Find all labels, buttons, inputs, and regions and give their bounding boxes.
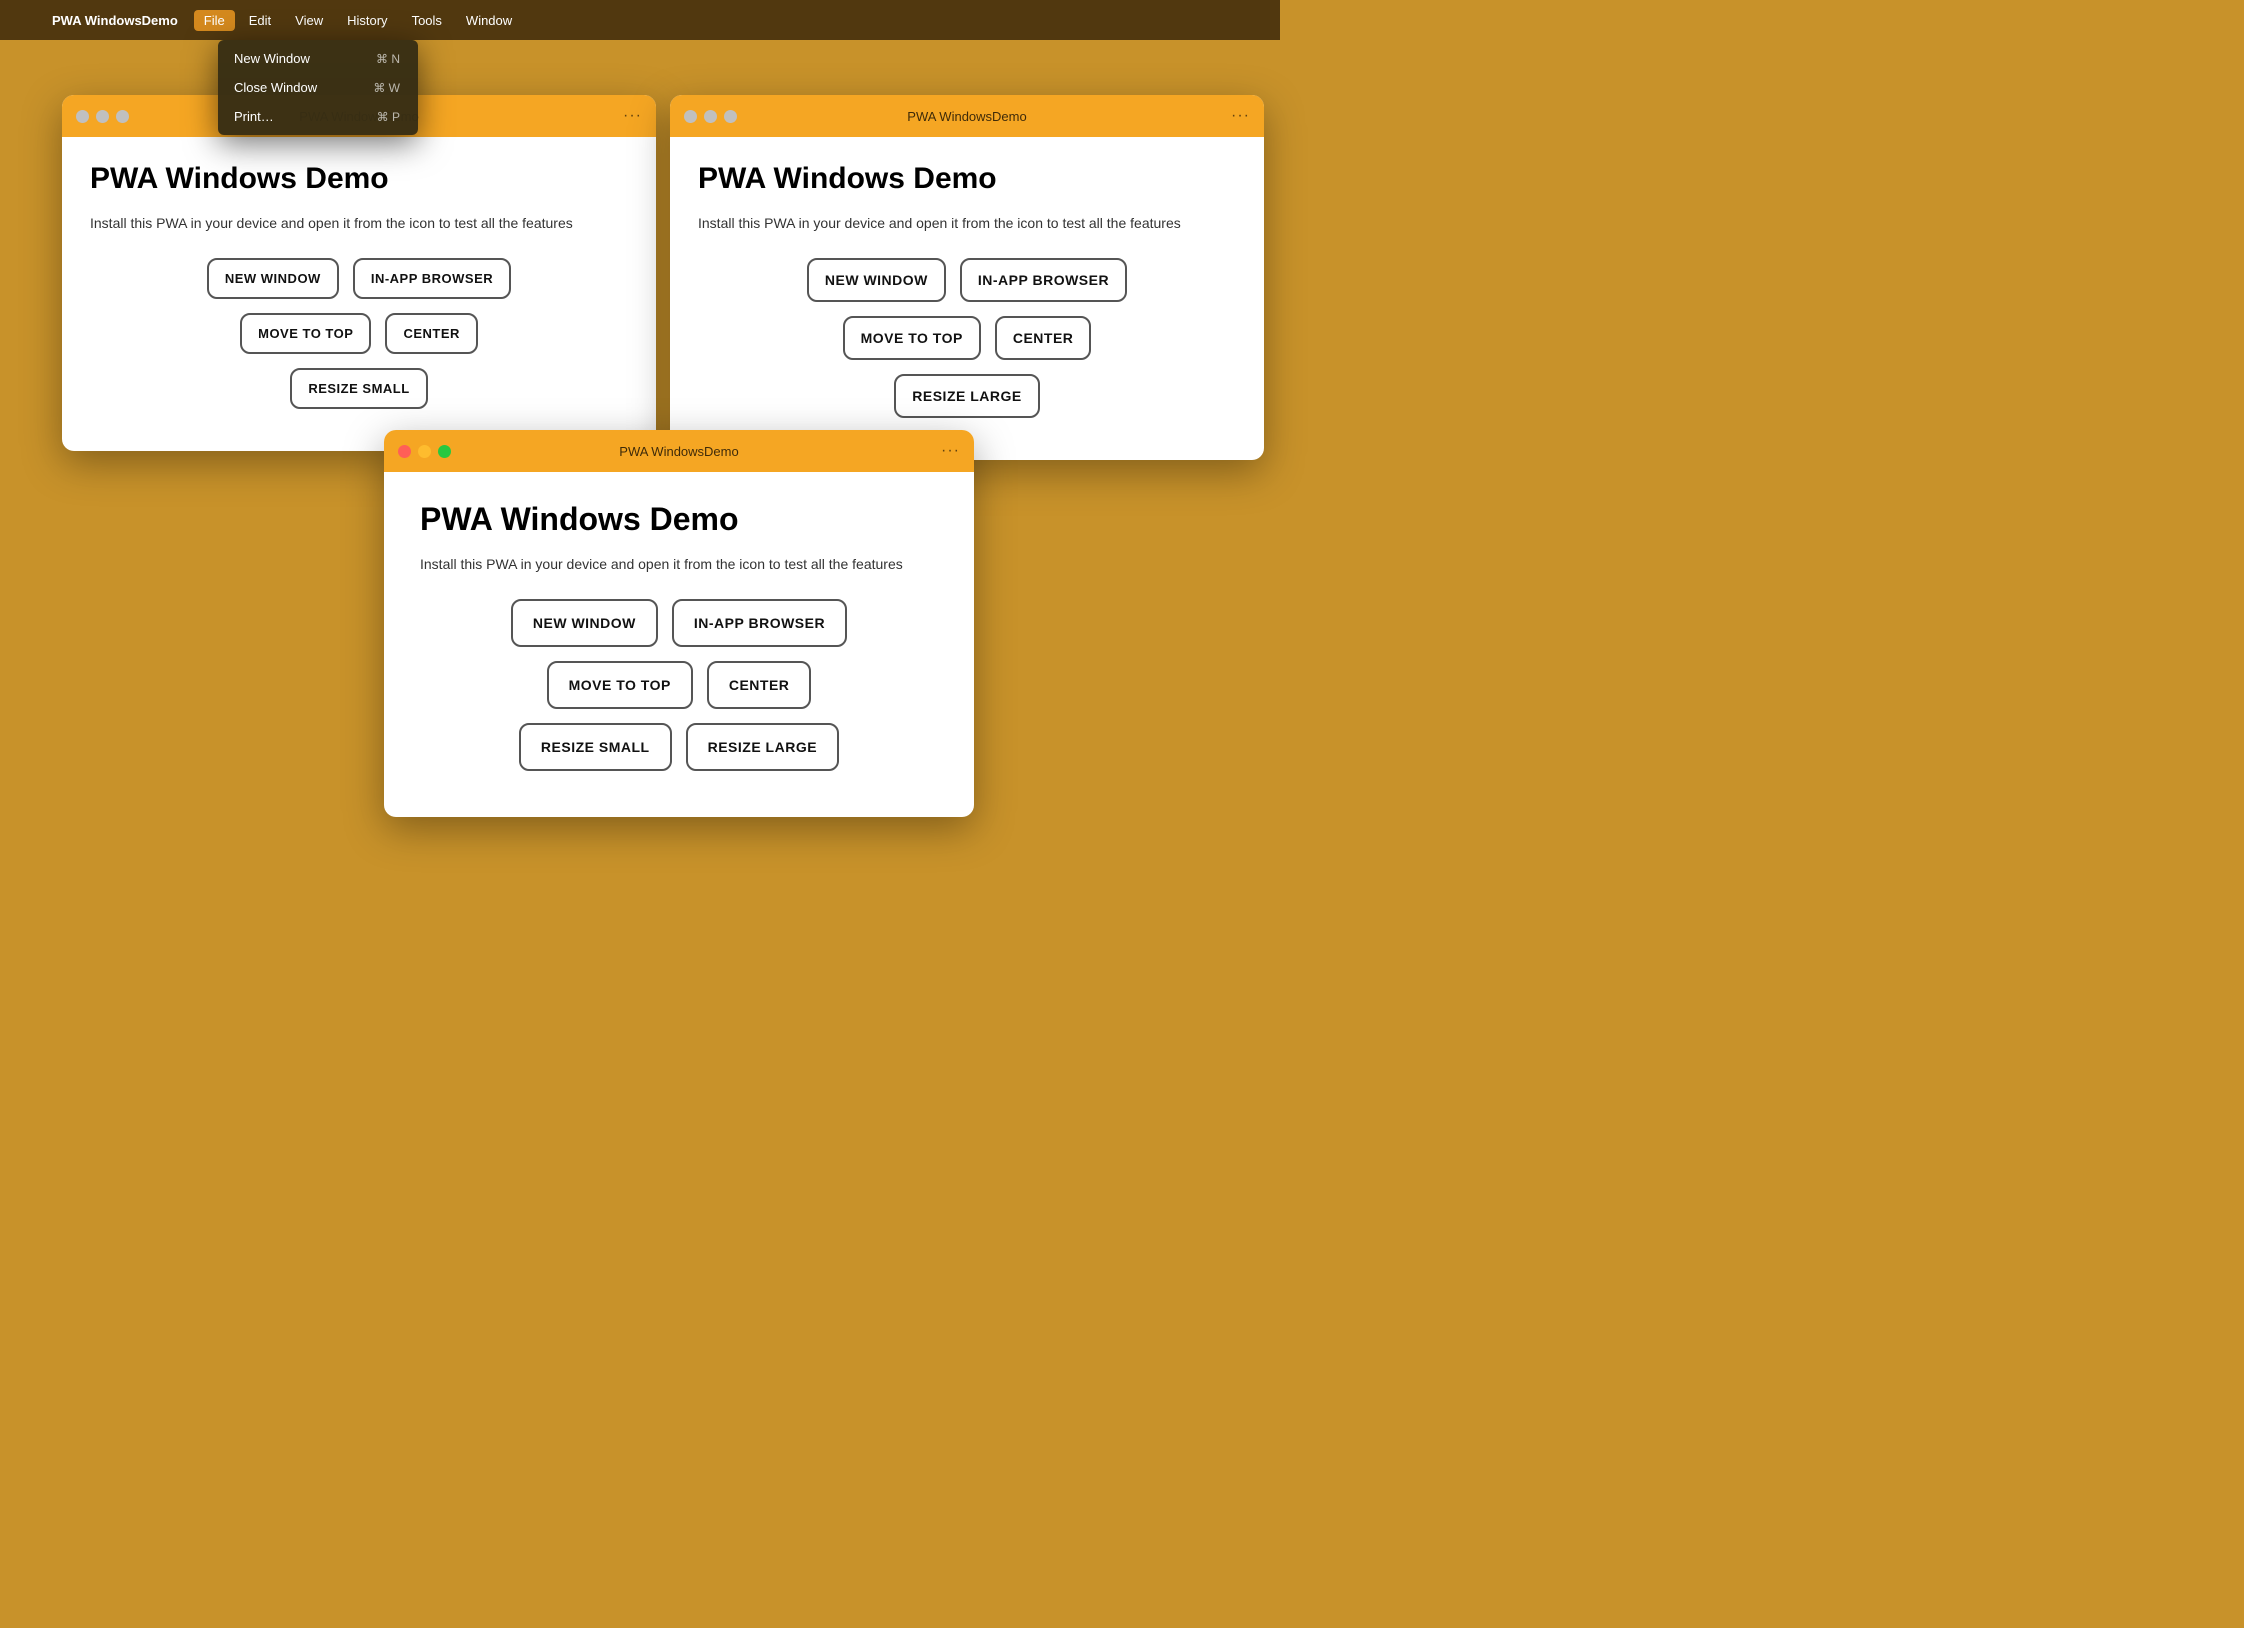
- btn-inapp-browser-1[interactable]: IN-APP BROWSER: [353, 258, 511, 299]
- tl-yellow-1: [96, 110, 109, 123]
- window-heading-2: PWA Windows Demo: [698, 161, 1236, 197]
- buttons-row-1-3: RESIZE SMALL: [90, 368, 628, 409]
- tl-green-3[interactable]: [438, 445, 451, 458]
- window-content-1: PWA Windows Demo Install this PWA in you…: [62, 137, 656, 451]
- btn-center-2[interactable]: CENTER: [995, 316, 1092, 360]
- tl-yellow-3[interactable]: [418, 445, 431, 458]
- window-subtext-2: Install this PWA in your device and open…: [698, 213, 1236, 234]
- traffic-lights-3: [398, 445, 451, 458]
- more-options-2[interactable]: ···: [1231, 107, 1250, 125]
- menu-window[interactable]: Window: [456, 10, 522, 31]
- buttons-row-2-1: NEW WINDOW IN-APP BROWSER: [698, 258, 1236, 302]
- buttons-row-1-1: NEW WINDOW IN-APP BROWSER: [90, 258, 628, 299]
- btn-move-top-3[interactable]: MOVE TO TOP: [547, 661, 693, 709]
- new-window-shortcut: ⌘ N: [376, 52, 400, 66]
- tl-green-2: [724, 110, 737, 123]
- menu-print[interactable]: Print… ⌘ P: [218, 102, 418, 131]
- menu-tools[interactable]: Tools: [402, 10, 452, 31]
- new-window-label: New Window: [234, 51, 310, 66]
- menu-file[interactable]: File: [194, 10, 235, 31]
- window-heading-1: PWA Windows Demo: [90, 161, 628, 197]
- tl-yellow-2: [704, 110, 717, 123]
- window-content-2: PWA Windows Demo Install this PWA in you…: [670, 137, 1264, 460]
- more-options-1[interactable]: ···: [623, 107, 642, 125]
- btn-inapp-browser-2[interactable]: IN-APP BROWSER: [960, 258, 1127, 302]
- buttons-row-2-3: RESIZE LARGE: [698, 374, 1236, 418]
- btn-resize-small-3[interactable]: RESIZE SMALL: [519, 723, 672, 771]
- btn-new-window-1[interactable]: NEW WINDOW: [207, 258, 339, 299]
- titlebar-2: PWA WindowsDemo ···: [670, 95, 1264, 137]
- btn-resize-small-1[interactable]: RESIZE SMALL: [290, 368, 427, 409]
- tl-red-1: [76, 110, 89, 123]
- btn-move-top-2[interactable]: MOVE TO TOP: [843, 316, 981, 360]
- window-subtext-3: Install this PWA in your device and open…: [420, 554, 938, 575]
- btn-center-1[interactable]: CENTER: [385, 313, 477, 354]
- menu-edit[interactable]: Edit: [239, 10, 281, 31]
- print-label: Print…: [234, 109, 274, 124]
- menu-history[interactable]: History: [337, 10, 397, 31]
- btn-move-top-1[interactable]: MOVE TO TOP: [240, 313, 371, 354]
- btn-resize-large-2[interactable]: RESIZE LARGE: [894, 374, 1039, 418]
- window-title-3: PWA WindowsDemo: [619, 444, 738, 459]
- btn-inapp-browser-3[interactable]: IN-APP BROWSER: [672, 599, 847, 647]
- menu-view[interactable]: View: [285, 10, 333, 31]
- titlebar-3: PWA WindowsDemo ···: [384, 430, 974, 472]
- menu-close-window[interactable]: Close Window ⌘ W: [218, 73, 418, 102]
- print-shortcut: ⌘ P: [377, 110, 400, 124]
- menu-bar: PWA WindowsDemo File Edit View History T…: [0, 0, 1280, 40]
- pwa-window-3: PWA WindowsDemo ··· PWA Windows Demo Ins…: [384, 430, 974, 817]
- window-heading-3: PWA Windows Demo: [420, 500, 938, 538]
- file-dropdown-menu: New Window ⌘ N Close Window ⌘ W Print… ⌘…: [218, 40, 418, 135]
- traffic-lights-2: [684, 110, 737, 123]
- buttons-row-3-2: MOVE TO TOP CENTER: [420, 661, 938, 709]
- tl-red-3[interactable]: [398, 445, 411, 458]
- btn-new-window-3[interactable]: NEW WINDOW: [511, 599, 658, 647]
- app-name-label: PWA WindowsDemo: [44, 10, 186, 31]
- pwa-window-1: PWA WindowsDemo ··· PWA Windows Demo Ins…: [62, 95, 656, 451]
- window-title-2: PWA WindowsDemo: [907, 109, 1026, 124]
- buttons-row-3-1: NEW WINDOW IN-APP BROWSER: [420, 599, 938, 647]
- window-content-3: PWA Windows Demo Install this PWA in you…: [384, 472, 974, 817]
- pwa-window-2: PWA WindowsDemo ··· PWA Windows Demo Ins…: [670, 95, 1264, 460]
- tl-green-1: [116, 110, 129, 123]
- buttons-row-2-2: MOVE TO TOP CENTER: [698, 316, 1236, 360]
- buttons-row-3-3: RESIZE SMALL RESIZE LARGE: [420, 723, 938, 771]
- buttons-row-1-2: MOVE TO TOP CENTER: [90, 313, 628, 354]
- close-window-shortcut: ⌘ W: [373, 81, 400, 95]
- close-window-label: Close Window: [234, 80, 317, 95]
- btn-resize-large-3[interactable]: RESIZE LARGE: [686, 723, 839, 771]
- window-subtext-1: Install this PWA in your device and open…: [90, 213, 628, 234]
- btn-new-window-2[interactable]: NEW WINDOW: [807, 258, 946, 302]
- traffic-lights-1: [76, 110, 129, 123]
- apple-menu-icon[interactable]: [12, 10, 32, 30]
- btn-center-3[interactable]: CENTER: [707, 661, 812, 709]
- more-options-3[interactable]: ···: [941, 442, 960, 460]
- tl-red-2: [684, 110, 697, 123]
- menu-new-window[interactable]: New Window ⌘ N: [218, 44, 418, 73]
